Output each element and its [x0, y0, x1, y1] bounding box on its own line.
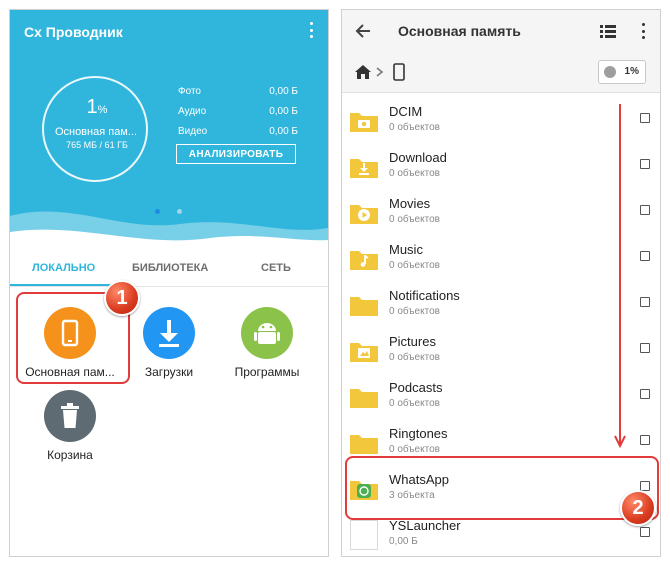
tile-label: Корзина — [47, 448, 93, 462]
step-badge-2: 2 — [620, 490, 656, 526]
folder-name: Podcasts — [389, 380, 443, 395]
folder-name: Music — [389, 242, 423, 257]
select-checkbox[interactable] — [640, 251, 650, 261]
tab-bar: ЛОКАЛЬНО БИБЛИОТЕКА СЕТЬ — [10, 250, 328, 287]
trash-icon — [44, 390, 96, 442]
more-options-icon[interactable] — [306, 22, 316, 38]
file-icon — [350, 520, 378, 550]
storage-ring[interactable]: 1% Основная пам... 765 МБ / 61 ГБ — [42, 76, 148, 182]
music-icon — [360, 255, 369, 267]
page-indicator-active — [155, 209, 160, 214]
stat-video: Видео 0,00 Б — [178, 126, 298, 137]
stat-audio: Аудио 0,00 Б — [178, 106, 298, 117]
folder-row-music[interactable]: Music 0 объектов — [342, 236, 660, 282]
camera-icon — [358, 120, 370, 128]
phone-icon[interactable] — [393, 63, 405, 81]
folder-name: Movies — [389, 196, 431, 211]
folder-icon — [350, 294, 378, 321]
tab-library[interactable]: БИБЛИОТЕКА — [132, 262, 208, 274]
folder-row-dcim[interactable]: DCIM 0 объектов — [342, 98, 660, 144]
folder-row-movies[interactable]: Movies 0 объектов — [342, 190, 660, 236]
folder-row-pictures[interactable]: Pictures 0 объектов — [342, 328, 660, 374]
folder-row-notifications[interactable]: Notifications 0 объектов — [342, 282, 660, 328]
breadcrumb: 1% — [342, 52, 660, 93]
storage-usage-chip[interactable]: 1% — [598, 60, 646, 84]
select-checkbox[interactable] — [640, 159, 650, 169]
home-icon[interactable] — [354, 64, 372, 80]
folder-name: Download — [389, 150, 447, 165]
active-tab-indicator — [10, 284, 116, 286]
storage-size: 765 МБ / 61 ГБ — [66, 140, 128, 150]
file-info: 0,00 Б — [389, 536, 418, 547]
tab-local[interactable]: ЛОКАЛЬНО — [32, 262, 95, 274]
step-badge-1: 1 — [104, 280, 140, 316]
storage-name: Основная пам... — [54, 126, 138, 138]
folder-info: 0 объектов — [389, 398, 440, 409]
play-icon — [358, 209, 370, 221]
folder-name: Pictures — [389, 334, 436, 349]
select-checkbox[interactable] — [640, 205, 650, 215]
folder-name: Ringtones — [389, 426, 448, 441]
folder-icon — [350, 432, 378, 459]
download-icon — [143, 307, 195, 359]
folder-info: 0 объектов — [389, 214, 440, 225]
folder-info: 0 объектов — [389, 260, 440, 271]
select-checkbox[interactable] — [640, 527, 650, 537]
stat-photo: Фото 0,00 Б — [178, 86, 298, 97]
folder-name: DCIM — [389, 104, 423, 119]
folder-icon — [350, 386, 378, 413]
explorer-home-screen: Cx Проводник 1% Основная пам... 765 МБ /… — [10, 10, 328, 556]
tab-network[interactable]: СЕТЬ — [261, 262, 291, 274]
folder-info: 0 объектов — [389, 306, 440, 317]
more-options-icon[interactable] — [638, 23, 648, 39]
scroll-arrow-annotation — [614, 104, 626, 449]
list-view-icon[interactable] — [600, 25, 616, 38]
tile-label: Программы — [234, 365, 300, 379]
tile-downloads[interactable]: Загрузки — [119, 307, 219, 379]
folder-info: 0 объектов — [389, 352, 440, 363]
tile-trash[interactable]: Корзина — [20, 390, 120, 462]
image-icon — [358, 348, 370, 358]
folder-name: Notifications — [389, 288, 460, 303]
folder-row-podcasts[interactable]: Podcasts 0 объектов — [342, 374, 660, 420]
top-app-bar: Основная память — [342, 10, 660, 52]
highlight-whatsapp — [345, 456, 659, 520]
tile-label: Загрузки — [144, 365, 194, 379]
storage-percent: 1% — [86, 96, 108, 118]
select-checkbox[interactable] — [640, 343, 650, 353]
android-icon — [241, 307, 293, 359]
select-checkbox[interactable] — [640, 113, 650, 123]
select-checkbox[interactable] — [640, 297, 650, 307]
page-indicator — [177, 209, 182, 214]
analyze-button[interactable]: АНАЛИЗИРОВАТЬ — [176, 144, 296, 164]
folder-info: 0 объектов — [389, 444, 440, 455]
storage-header: Cx Проводник 1% Основная пам... 765 МБ /… — [10, 10, 328, 248]
app-title: Cx Проводник — [24, 24, 123, 40]
folder-info: 0 объектов — [389, 168, 440, 179]
chevron-right-icon — [376, 67, 384, 77]
folder-row-download[interactable]: Download 0 объектов — [342, 144, 660, 190]
file-name: YSLauncher — [389, 518, 461, 533]
back-arrow-icon[interactable] — [354, 22, 372, 40]
page-title: Основная память — [398, 23, 521, 39]
select-checkbox[interactable] — [640, 435, 650, 445]
folder-info: 0 объектов — [389, 122, 440, 133]
select-checkbox[interactable] — [640, 389, 650, 399]
download-icon — [359, 163, 369, 175]
tile-apps[interactable]: Программы — [217, 307, 317, 379]
